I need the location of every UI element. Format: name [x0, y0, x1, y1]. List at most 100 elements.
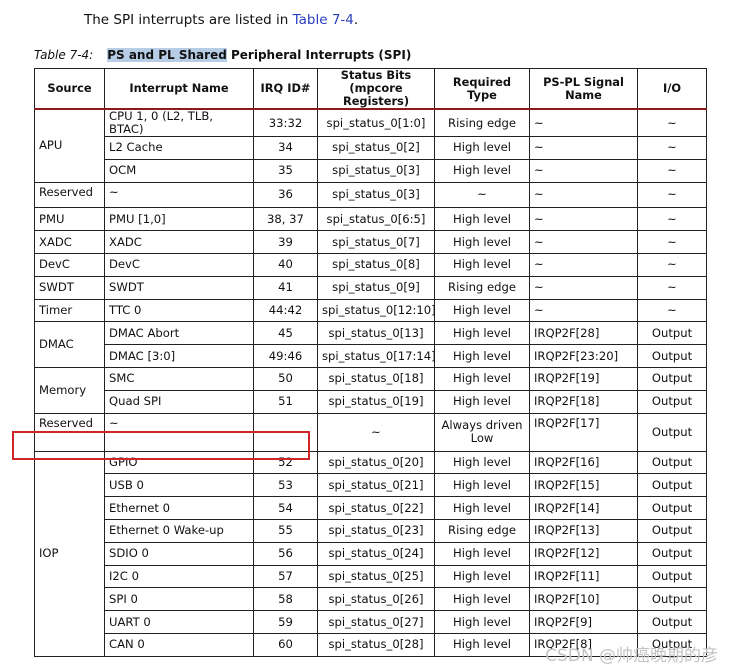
irq-id-cell: 34 — [253, 136, 318, 160]
required-type-cell: Rising edge — [434, 108, 530, 137]
irq-id-cell: 59 — [253, 610, 318, 634]
irq-id-cell: 50 — [253, 366, 318, 391]
required-type-cell: High level — [434, 158, 530, 183]
table-caption: Table 7-4: PS and PL Shared Peripheral In… — [34, 48, 411, 62]
status-bits-cell: spi_status_0[19] — [317, 389, 435, 414]
column-header: Source — [34, 68, 105, 110]
irq-id-cell: ~ — [253, 412, 318, 452]
interrupt-name-cell: OCM — [104, 158, 254, 183]
table-row: Ethernet 0 54 spi_status_0[22] High level IR… — [35, 496, 707, 520]
status-bits-cell: spi_status_0[3] — [317, 158, 435, 183]
io-cell: Output — [637, 496, 707, 520]
signal-name-cell: IRQP2F[18] — [529, 389, 638, 414]
status-bits-cell: spi_status_0[13] — [317, 321, 435, 346]
intro-sentence: The SPI interrupts are listed in — [84, 12, 293, 28]
io-cell: Output — [637, 587, 707, 612]
table-row: Reserved ~ ~ ~ Always driven Low IRQP2F[17] Ou… — [34, 412, 707, 452]
required-type-cell: Rising edge — [434, 518, 530, 543]
signal-name-cell: IRQP2F[15] — [529, 473, 638, 498]
required-type-cell: Always driven Low — [434, 412, 530, 452]
required-type-cell: High level — [434, 252, 530, 277]
io-cell: Output — [637, 518, 707, 543]
source-cell: APU — [34, 108, 105, 183]
interrupt-name-cell: SMC — [104, 366, 254, 391]
required-type-cell: High level — [434, 632, 530, 657]
status-bits-cell: ~ — [317, 412, 435, 452]
io-cell: ~ — [637, 230, 707, 254]
required-type-cell: High level — [434, 473, 530, 498]
irq-id-cell: 38, 37 — [253, 207, 318, 232]
interrupt-name-cell: SDIO 0 — [104, 541, 254, 566]
signal-name-cell: ~ — [529, 298, 638, 323]
io-cell: ~ — [637, 136, 707, 160]
table-row: DMAC [3:0] 49:46 spi_status_0[17:14] High l… — [35, 344, 707, 368]
required-type-cell: High level — [434, 207, 530, 232]
signal-name-cell: IRQP2F[23:20] — [529, 344, 638, 368]
status-bits-cell: spi_status_0[22] — [317, 496, 435, 520]
io-cell: Output — [637, 412, 707, 452]
io-cell: Output — [637, 450, 707, 475]
table-row: SPI 0 58 spi_status_0[26] High level IRQP2F[… — [35, 587, 707, 612]
signal-name-cell: IRQP2F[14] — [529, 496, 638, 520]
signal-name-cell: IRQP2F[11] — [529, 564, 638, 589]
signal-name-cell: IRQP2F[16] — [529, 450, 638, 475]
table-row: SDIO 0 56 spi_status_0[24] High level IRQP2F… — [35, 541, 707, 566]
interrupt-name-cell: Ethernet 0 Wake-up — [104, 518, 254, 543]
table-row: DMAC DMAC Abort 45 spi_status_0[13] High lev… — [34, 321, 707, 368]
required-type-cell: High level — [434, 496, 530, 520]
io-cell: Output — [637, 564, 707, 589]
table-row: XADC XADC 39 spi_status_0[7] High level ~ ~ — [34, 230, 707, 254]
table-row: Reserved ~36 spi_status_0[3] ~ ~ ~ — [34, 181, 707, 209]
column-header: PS-PL Signal Name — [529, 68, 638, 110]
required-type-cell: ~ — [434, 181, 530, 209]
irq-id-cell: 41 — [253, 275, 318, 300]
irq-id-cell: 45 — [253, 321, 318, 346]
source-cell: DMAC — [34, 321, 105, 368]
intro-text: The SPI interrupts are listed in Table 7… — [84, 12, 358, 28]
status-bits-cell: spi_status_0[6:5] — [317, 207, 435, 232]
caption-highlighted-text[interactable]: PS and PL Shared — [107, 48, 227, 62]
column-header: I/O — [637, 68, 707, 110]
irq-id-cell: 54 — [253, 496, 318, 520]
required-type-cell: High level — [434, 541, 530, 566]
status-bits-cell: spi_status_0[9] — [317, 275, 435, 300]
signal-name-cell: IRQP2F[9] — [529, 610, 638, 634]
status-bits-cell: spi_status_0[1:0] — [317, 108, 435, 137]
source-cell: Memory — [34, 366, 105, 414]
table-row: APU CPU 1, 0 (L2, TLB, BTAC) 33:32 spi_stat… — [34, 108, 707, 183]
status-bits-cell: spi_status_0[24] — [317, 541, 435, 566]
irq-id-cell: 51 — [253, 389, 318, 414]
signal-name-cell: ~ — [529, 158, 638, 183]
signal-name-cell: IRQP2F[12] — [529, 541, 638, 566]
irq-id-cell: 53 — [253, 473, 318, 498]
source-cell: Reserved — [34, 412, 105, 452]
source-cell: PMU — [34, 207, 105, 232]
table-link[interactable]: Table 7-4 — [293, 12, 354, 28]
status-bits-cell: spi_status_0[21] — [317, 473, 435, 498]
io-cell: Output — [637, 541, 707, 566]
column-header: Required Type — [434, 68, 530, 110]
io-cell: Output — [637, 473, 707, 498]
irq-id-cell: 52 — [253, 450, 318, 475]
status-bits-cell: spi_status_0[18] — [317, 366, 435, 391]
signal-name-cell: ~ — [529, 108, 638, 137]
interrupt-name-cell: DMAC Abort — [104, 321, 254, 346]
interrupt-name-cell: DMAC [3:0] — [104, 344, 254, 368]
io-cell: ~ — [637, 252, 707, 277]
interrupt-name-cell: CAN 0 — [104, 632, 254, 657]
io-cell: ~ — [637, 298, 707, 323]
column-header: IRQ ID# — [253, 68, 318, 110]
column-header: Status Bits (mpcore Registers) — [317, 68, 435, 110]
interrupt-name-cell: Ethernet 0 — [104, 496, 254, 520]
source-cell: SWDT — [34, 275, 105, 300]
required-type-cell: High level — [434, 450, 530, 475]
status-bits-cell: spi_status_0[3] — [317, 181, 435, 209]
signal-name-cell: IRQP2F[28] — [529, 321, 638, 346]
source-cell: Reserved — [34, 181, 105, 209]
irq-id-cell: 60 — [253, 632, 318, 657]
source-cell: DevC — [34, 252, 105, 277]
column-header: Interrupt Name — [104, 68, 254, 110]
required-type-cell: High level — [434, 366, 530, 391]
signal-name-cell: ~ — [529, 207, 638, 232]
io-cell: ~ — [637, 207, 707, 232]
